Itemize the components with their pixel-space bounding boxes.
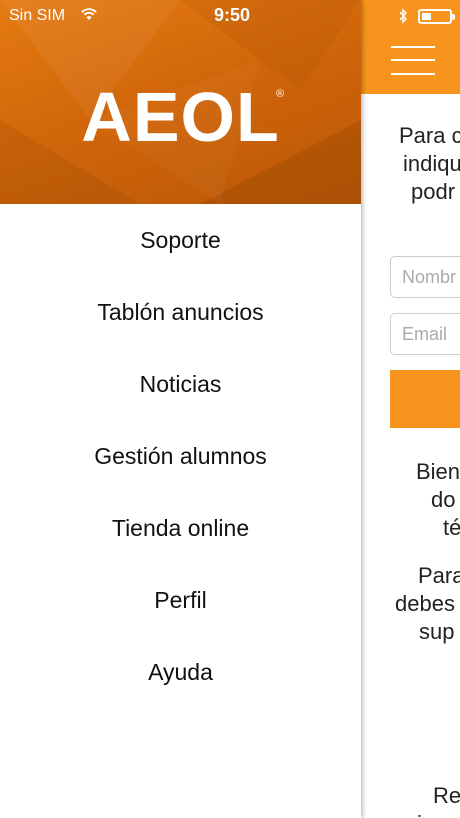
bluetooth-icon <box>399 8 407 24</box>
menu-item-soporte[interactable]: Soporte <box>0 204 361 276</box>
registered-mark: ® <box>276 88 285 100</box>
intro-line: indiqu <box>403 151 460 176</box>
info-text: Bien do té <box>361 458 460 542</box>
intro-line: podr <box>411 179 456 204</box>
email-field[interactable] <box>390 313 460 355</box>
intro-text: Para c indiqu podr <box>361 122 460 206</box>
battery-level <box>422 13 431 20</box>
drawer-menu: Soporte Tablón anuncios Noticias Gestión… <box>0 204 361 708</box>
info-line: Re <box>433 783 460 808</box>
battery-icon <box>418 9 455 24</box>
info-line: i... <box>361 810 460 818</box>
side-drawer: AEOL ® Soporte Tablón anuncios Noticias … <box>0 0 361 818</box>
info-line: debes <box>395 591 455 616</box>
info-line: do <box>431 487 456 512</box>
menu-item-noticias[interactable]: Noticias <box>0 348 361 420</box>
wifi-icon <box>81 8 97 20</box>
app-logo: AEOL <box>81 78 280 156</box>
info-line: Para <box>418 563 460 588</box>
info-line: té <box>443 515 460 540</box>
menu-item-perfil[interactable]: Perfil <box>0 564 361 636</box>
status-bar: Sin SIM 9:50 <box>0 0 460 32</box>
intro-line: Para c <box>399 123 460 148</box>
carrier-label: Sin SIM <box>9 7 66 24</box>
menu-item-gestion-alumnos[interactable]: Gestión alumnos <box>0 420 361 492</box>
submit-button[interactable] <box>390 370 460 428</box>
menu-item-tienda-online[interactable]: Tienda online <box>0 492 361 564</box>
info-text: Para debes sup <box>361 562 460 646</box>
menu-item-ayuda[interactable]: Ayuda <box>0 636 361 708</box>
info-text: Re i... <box>361 782 460 818</box>
info-line: sup <box>419 619 455 644</box>
clock: 9:50 <box>214 5 251 25</box>
info-line: Bien <box>416 459 460 484</box>
hamburger-icon[interactable] <box>391 46 435 76</box>
main-content: Para c indiqu podr Bien do té Para debes… <box>361 0 460 818</box>
name-field[interactable] <box>390 256 460 298</box>
menu-item-tablon-anuncios[interactable]: Tablón anuncios <box>0 276 361 348</box>
